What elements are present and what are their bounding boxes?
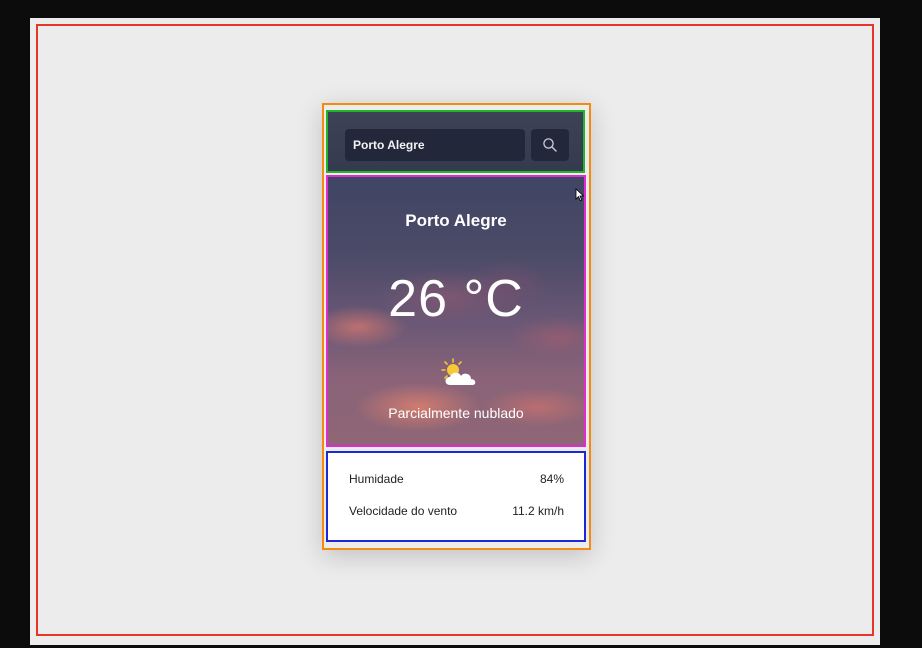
search-bar (326, 110, 585, 173)
wind-value: 11.2 km/h (512, 504, 564, 518)
weather-display: Porto Alegre 26 °C Parcialmente nublado (326, 175, 586, 447)
weather-details: Humidade 84% Velocidade do vento 11.2 km… (326, 451, 586, 542)
humidity-label: Humidade (349, 472, 404, 486)
city-name: Porto Alegre (405, 211, 507, 230)
wind-label: Velocidade do vento (349, 504, 458, 518)
partly-cloudy-icon (436, 357, 480, 389)
weather-condition: Parcialmente nublado (388, 405, 524, 421)
search-button[interactable] (531, 129, 569, 161)
wind-row: Velocidade do vento 11.2 km/h (349, 504, 564, 520)
humidity-row: Humidade 84% (349, 472, 564, 488)
temperature: 26 °C (388, 270, 524, 328)
mouse-cursor-icon (575, 188, 585, 202)
humidity-value: 84% (539, 472, 564, 486)
city-search-input[interactable] (345, 129, 525, 161)
search-icon (543, 138, 557, 152)
